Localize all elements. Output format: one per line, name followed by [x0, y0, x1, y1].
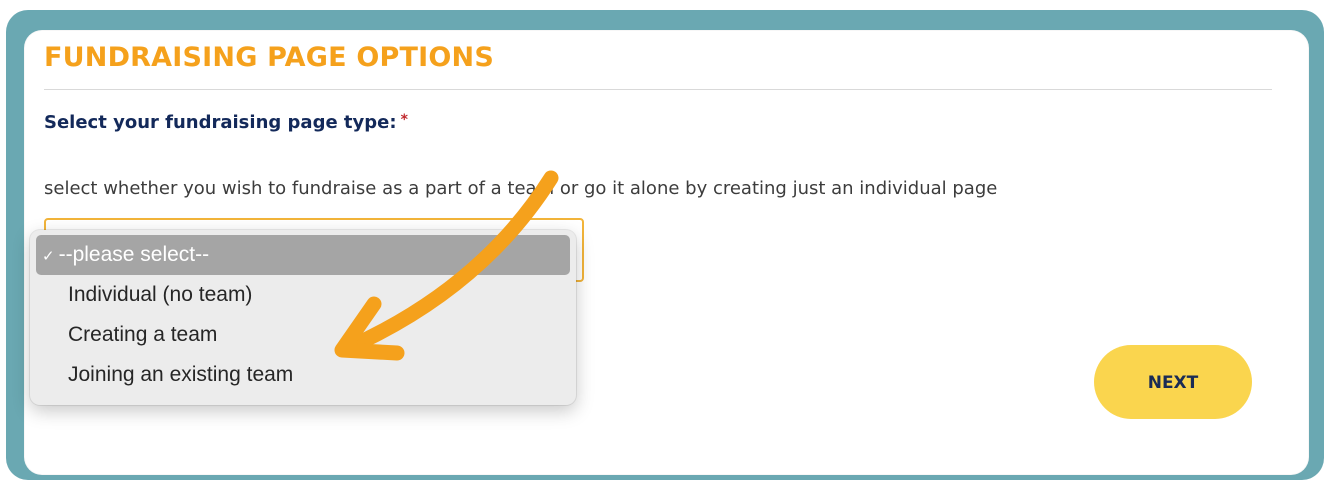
option-label: Individual (no team) — [68, 283, 253, 306]
option-joining-team[interactable]: Joining an existing team — [36, 355, 570, 395]
next-button[interactable]: NEXT — [1094, 345, 1252, 419]
page-type-label: Select your fundraising page type: * — [44, 112, 408, 133]
option-individual[interactable]: Individual (no team) — [36, 275, 570, 315]
checkmark-icon: ✓ — [42, 248, 55, 265]
page-type-label-text: Select your fundraising page type: — [44, 112, 397, 133]
option-label: Creating a team — [68, 323, 218, 346]
page-type-description: select whether you wish to fundraise as … — [44, 178, 998, 199]
required-marker: * — [400, 112, 408, 128]
option-creating-team[interactable]: Creating a team — [36, 315, 570, 355]
page-type-dropdown-menu: ✓ --please select-- Individual (no team) … — [30, 230, 576, 405]
option-label: Joining an existing team — [68, 363, 294, 386]
option-label: --please select-- — [58, 243, 210, 266]
title-divider — [44, 89, 1272, 90]
page-title: FUNDRAISING PAGE OPTIONS — [44, 42, 494, 73]
option-please-select[interactable]: ✓ --please select-- — [36, 235, 570, 275]
